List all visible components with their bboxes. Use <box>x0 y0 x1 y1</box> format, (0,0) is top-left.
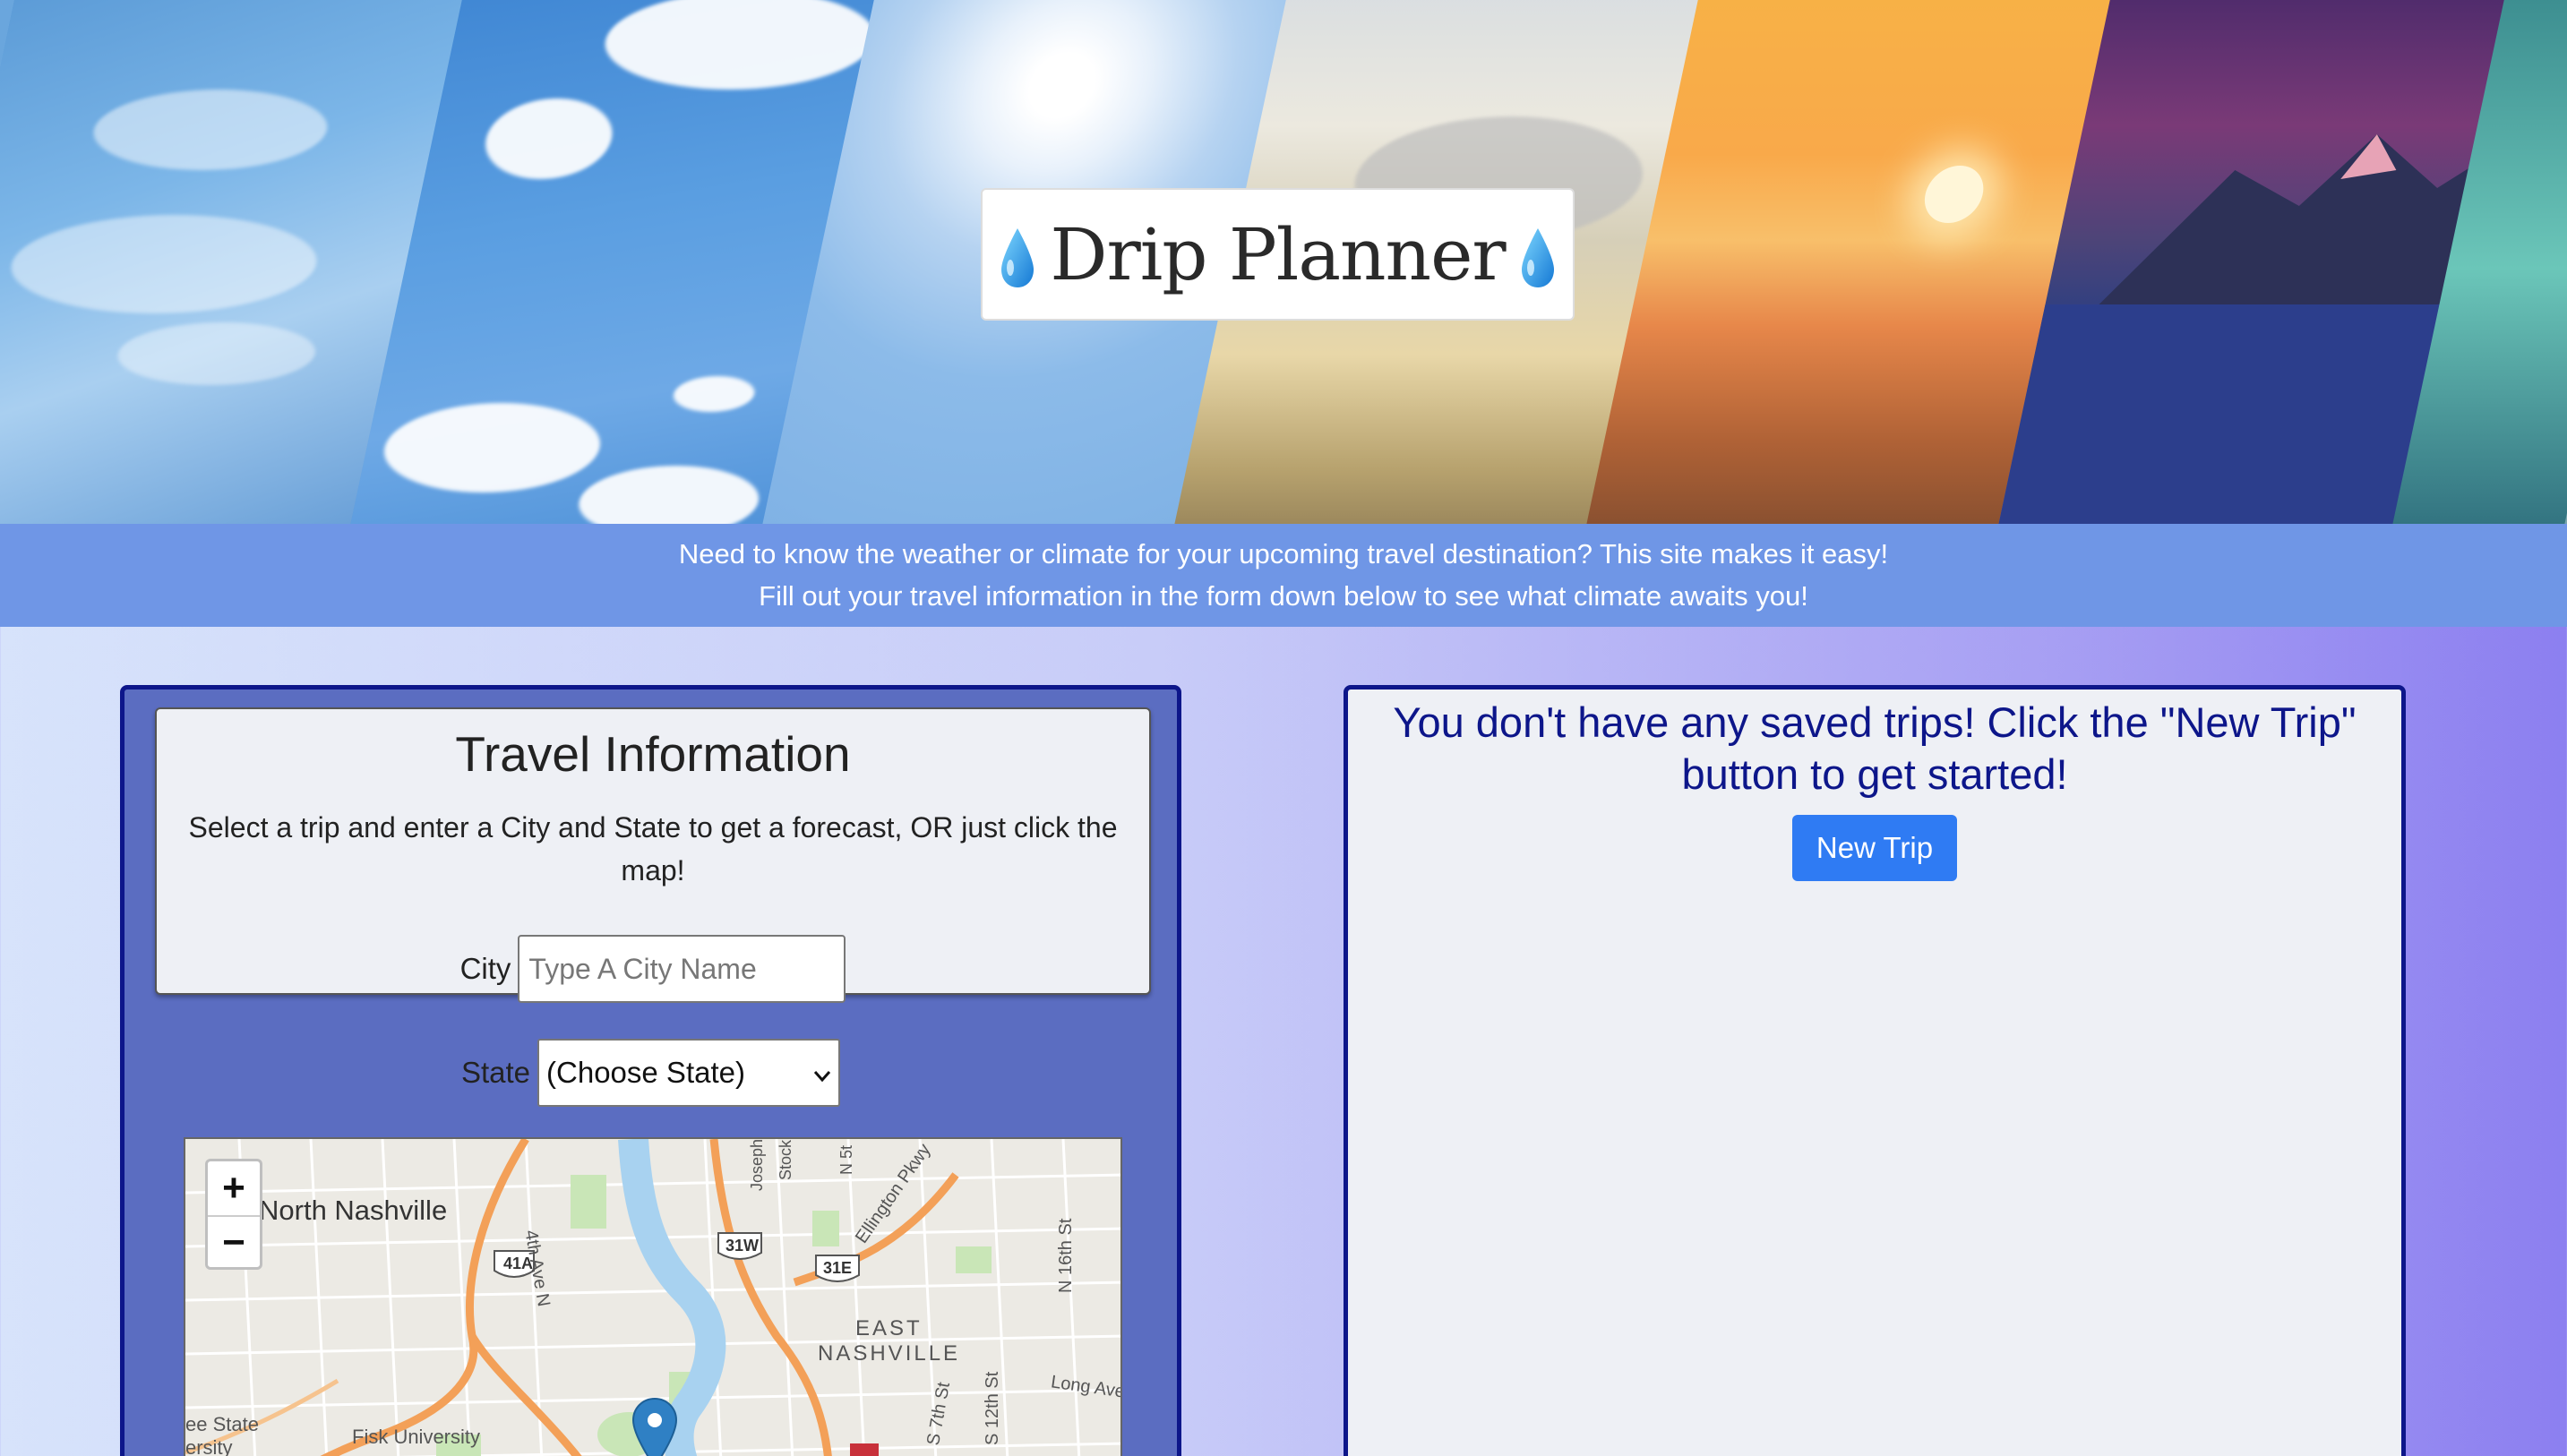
state-row: State (Choose State) <box>124 1039 1177 1107</box>
map-label-east: EAST <box>855 1316 923 1340</box>
map-label-state-univ-1: ee State <box>185 1413 259 1435</box>
site-title-box: Drip Planner <box>981 188 1575 321</box>
map-label-stock: Stock <box>777 1139 794 1180</box>
chevron-down-icon <box>813 1056 831 1090</box>
map-label-n5th: N 5t <box>837 1144 855 1175</box>
map-label-state-univ-2: ersity <box>185 1436 233 1456</box>
state-label: State <box>460 1056 531 1089</box>
travel-info-title: Travel Information <box>455 726 851 782</box>
state-selected-value: (Choose State) <box>546 1056 745 1089</box>
travel-info-box: Travel Information Select a trip and ent… <box>155 707 1151 1003</box>
hero-banner-image: Drip Planner <box>0 0 2567 524</box>
map-label-fisk: Fisk University <box>352 1426 481 1448</box>
map-label-joseph: Joseph <box>748 1138 766 1191</box>
state-select[interactable]: (Choose State) <box>537 1039 841 1107</box>
shield-31e: 31E <box>823 1259 853 1277</box>
city-row: City <box>157 935 1149 1003</box>
map-label-north-nashville: North Nashville <box>259 1195 448 1226</box>
map-label-nashville: NASHVILLE <box>818 1341 961 1366</box>
shield-31w: 31W <box>725 1237 760 1255</box>
saved-trips-card: You don't have any saved trips! Click th… <box>1344 685 2406 1456</box>
new-trip-button[interactable]: New Trip <box>1791 815 1958 881</box>
zoom-in-button[interactable]: + <box>208 1161 260 1215</box>
map-label-s12th: S 12th St <box>983 1371 1002 1445</box>
travel-form-card: Travel Information Select a trip and ent… <box>120 685 1181 1456</box>
no-trips-message: You don't have any saved trips! Click th… <box>1393 698 2357 798</box>
map-view[interactable]: 41A 31W 31E North Nashville EAST NASHVIL… <box>184 1137 1122 1456</box>
travel-info-description: Select a trip and enter a City and State… <box>188 811 1118 886</box>
intro-banner: Need to know the weather or climate for … <box>0 524 2567 627</box>
map-zoom-control: + − <box>205 1159 262 1270</box>
droplet-icon <box>998 227 1037 289</box>
site-title: Drip Planner <box>1050 212 1506 296</box>
droplet-icon <box>1518 227 1558 289</box>
city-label: City <box>459 952 511 985</box>
map-label-n16th: N 16th St <box>1056 1218 1076 1293</box>
zoom-out-button[interactable]: − <box>208 1215 260 1269</box>
map-marker-icon[interactable] <box>631 1397 678 1456</box>
city-input[interactable] <box>518 935 846 1003</box>
intro-line-2: Fill out your travel information in the … <box>759 580 1808 612</box>
intro-line-1: Need to know the weather or climate for … <box>678 538 1889 570</box>
